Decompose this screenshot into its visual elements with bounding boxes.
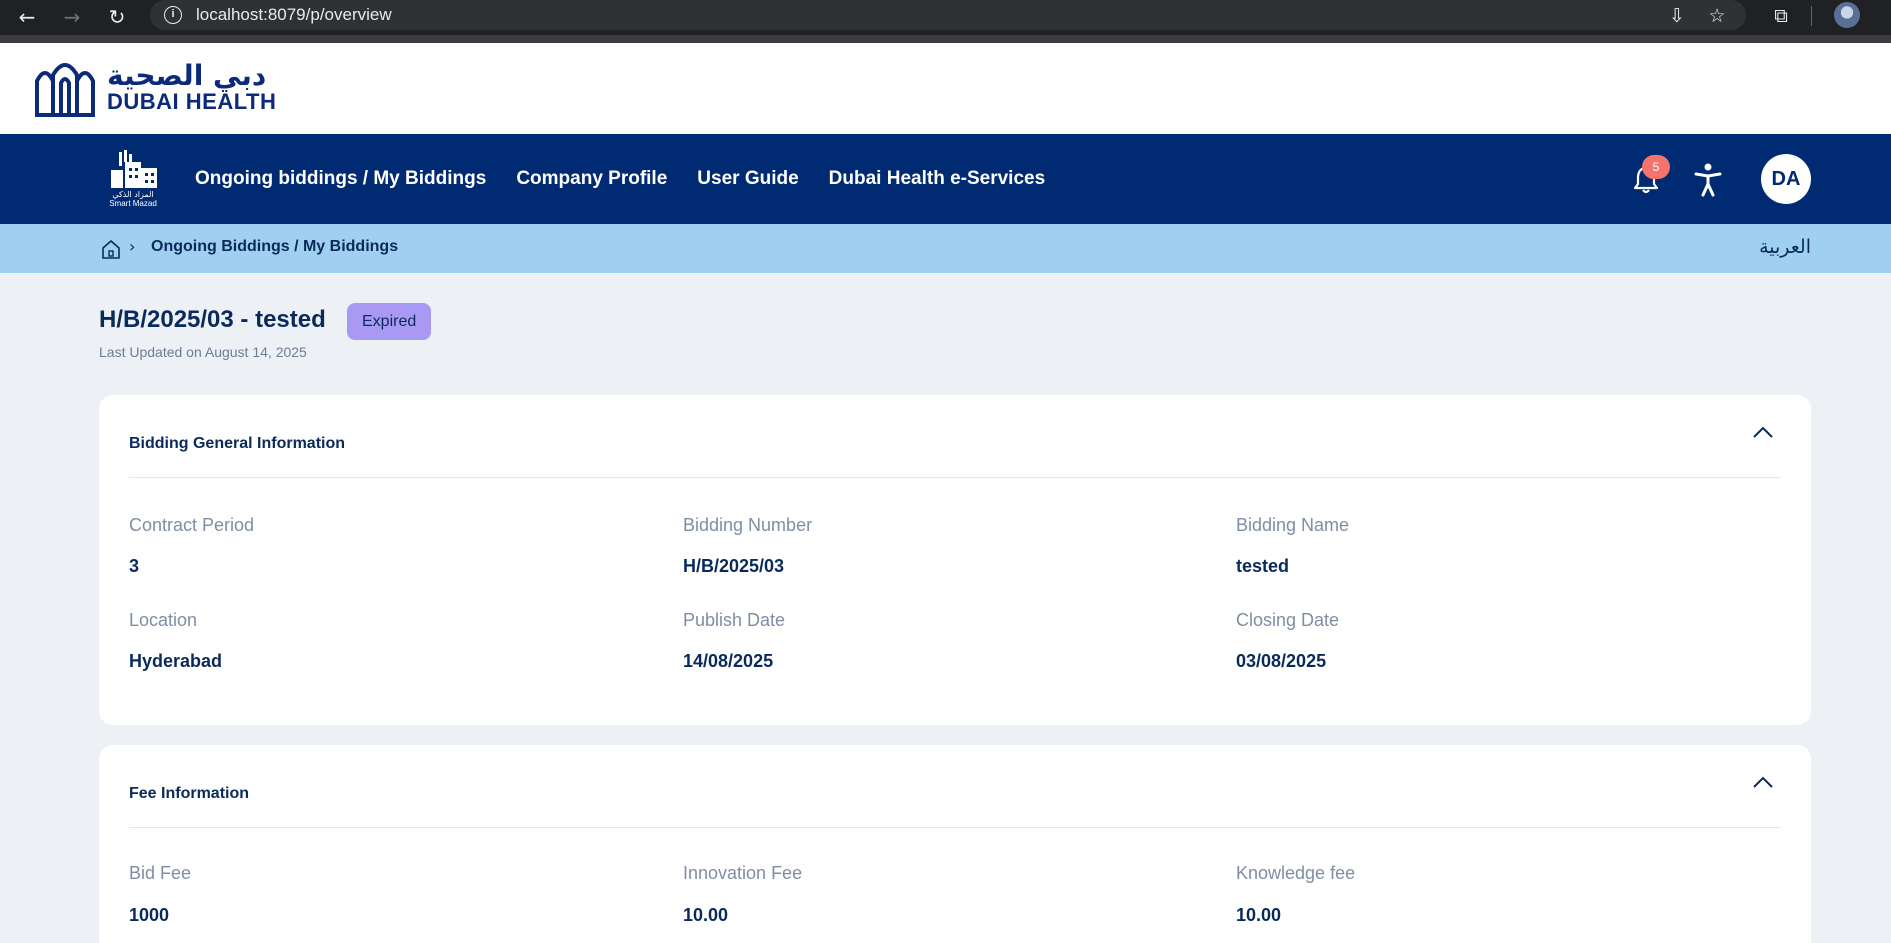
contract-period-label: Contract Period (129, 515, 255, 535)
bookmark-star-icon[interactable]: ☆ (1704, 3, 1730, 29)
toolbar-divider (1811, 6, 1812, 26)
dubai-health-emblem-icon (35, 63, 95, 117)
smart-mazad-emblem-icon (111, 150, 157, 188)
accessibility-icon[interactable] (1692, 162, 1724, 198)
innovation-fee-value: 10.00 (683, 905, 729, 925)
browser-profile-avatar[interactable] (1834, 2, 1860, 28)
bidding-name-label: Bidding Name (1236, 515, 1350, 535)
language-toggle[interactable]: العربية (1759, 236, 1811, 258)
url-text[interactable]: localhost:8079/p/overview (196, 5, 392, 25)
notification-count-badge: 5 (1642, 155, 1670, 179)
chevron-up-icon[interactable] (1751, 773, 1775, 791)
breadcrumb-current[interactable]: Ongoing Biddings / My Biddings (151, 238, 398, 256)
general-info-header[interactable]: Bidding General Information (129, 395, 1781, 478)
address-bar[interactable]: i localhost:8079/p/overview (150, 0, 1746, 30)
smart-mazad-english: Smart Mazad (109, 199, 157, 208)
logo-english-text: DUBAI HEALTH (107, 89, 277, 114)
contract-period-value: 3 (129, 556, 140, 576)
browser-toolbar: ← → ↻ i localhost:8079/p/overview ⇩ ☆ ⧉ (0, 0, 1891, 43)
fee-info-title: Fee Information (129, 785, 250, 802)
knowledge-fee-label: Knowledge fee (1236, 863, 1356, 883)
location-value: Hyderabad (129, 651, 223, 671)
fee-info-card: Fee Information Bid Fee 1000 Innovation … (99, 745, 1811, 943)
forward-icon[interactable]: → (59, 4, 85, 30)
extensions-icon[interactable]: ⧉ (1768, 3, 1794, 29)
bidding-number-value: H/B/2025/03 (683, 556, 785, 576)
install-app-icon[interactable]: ⇩ (1664, 3, 1690, 29)
bidding-name-value: tested (1236, 556, 1290, 576)
main-navigation: المزاد الذكي Smart Mazad Ongoing bidding… (0, 134, 1891, 224)
closing-date-value: 03/08/2025 (1236, 651, 1327, 671)
status-badge: Expired (347, 303, 432, 340)
site-header: دبي الصحية DUBAI HEALTH (0, 43, 1891, 134)
fee-info-header[interactable]: Fee Information (129, 745, 1781, 828)
publish-date-value: 14/08/2025 (683, 651, 774, 671)
bidding-general-info-card: Bidding General Information Contract Per… (99, 395, 1811, 725)
site-info-icon[interactable]: i (164, 6, 182, 24)
logo-arabic-text: دبي الصحية (107, 59, 267, 92)
innovation-fee-label: Innovation Fee (683, 863, 803, 883)
knowledge-fee-value: 10.00 (1236, 905, 1282, 925)
breadcrumb: › Ongoing Biddings / My Biddings العربية (0, 224, 1891, 273)
dubai-health-logo[interactable]: دبي الصحية DUBAI HEALTH (33, 57, 276, 119)
bidding-number-label: Bidding Number (683, 515, 813, 535)
location-label: Location (129, 610, 198, 630)
publish-date-label: Publish Date (683, 610, 786, 630)
bid-fee-value: 1000 (129, 905, 170, 925)
reload-icon[interactable]: ↻ (104, 4, 130, 30)
chevron-up-icon[interactable] (1751, 423, 1775, 441)
nav-link-company-profile[interactable]: Company Profile (516, 168, 667, 190)
page-title: H/B/2025/03 - tested (99, 306, 326, 333)
general-info-title: Bidding General Information (129, 435, 346, 452)
smart-mazad-logo[interactable]: المزاد الذكي Smart Mazad (104, 148, 162, 212)
nav-links: Ongoing biddings / My Biddings Company P… (195, 134, 1075, 224)
last-updated-text: Last Updated on August 14, 2025 (99, 344, 307, 360)
closing-date-label: Closing Date (1236, 610, 1340, 630)
nav-link-ongoing-biddings[interactable]: Ongoing biddings / My Biddings (195, 168, 486, 190)
smart-mazad-arabic: المزاد الذكي (112, 190, 154, 199)
nav-link-user-guide[interactable]: User Guide (697, 168, 798, 190)
back-icon[interactable]: ← (14, 4, 40, 30)
user-avatar[interactable]: DA (1761, 154, 1811, 204)
tab-strip-edge (0, 35, 1891, 43)
bid-fee-label: Bid Fee (129, 863, 192, 883)
home-icon[interactable] (100, 238, 122, 260)
breadcrumb-chevron-icon: › (129, 237, 136, 256)
nav-link-e-services[interactable]: Dubai Health e-Services (829, 168, 1045, 190)
